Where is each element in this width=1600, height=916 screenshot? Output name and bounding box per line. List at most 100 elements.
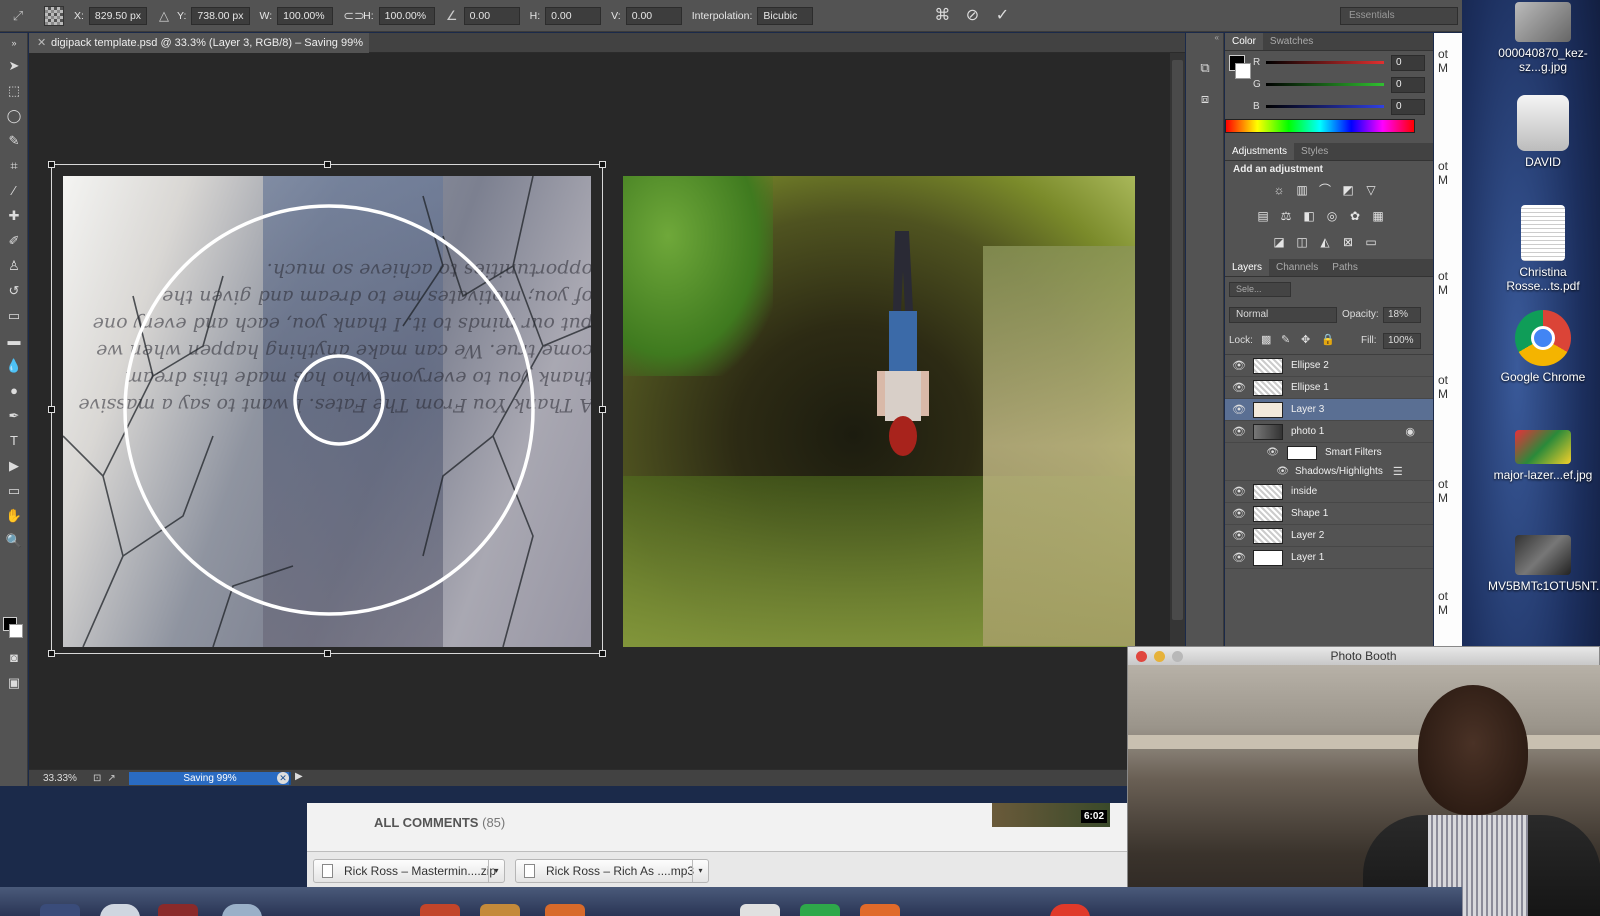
warp-mode-icon[interactable]: ⌘ [931, 5, 953, 27]
scrollbar-thumb[interactable] [1172, 60, 1183, 620]
reference-point-grid[interactable] [44, 5, 64, 26]
eyedropper-tool-icon[interactable]: ⁄ [0, 178, 28, 203]
blend-mode-select[interactable]: Normal [1229, 307, 1337, 323]
gradient-map-icon[interactable]: ▭ [1363, 234, 1379, 250]
visibility-eye-icon[interactable]: 👁 [1225, 403, 1253, 416]
zoom-level[interactable]: 33.33% [29, 773, 89, 784]
cancel-save-icon[interactable]: ✕ [277, 772, 289, 784]
quick-mask-icon[interactable]: ◙ [0, 645, 28, 670]
crop-tool-icon[interactable]: ⌗ [0, 153, 28, 178]
green-slider[interactable]: G 0 [1241, 75, 1431, 97]
visibility-eye-icon[interactable]: 👁 [1225, 485, 1253, 498]
color-spectrum-bar[interactable] [1225, 119, 1415, 133]
document-tab[interactable]: ✕ digipack template.psd @ 33.3% (Layer 3… [29, 33, 369, 53]
dock-app-icon[interactable] [800, 904, 840, 916]
layer-row[interactable]: 👁 Ellipse 2 [1225, 355, 1433, 377]
lock-all-icon[interactable]: 🔒 [1321, 333, 1335, 346]
transform-handle-top-left[interactable] [48, 161, 55, 168]
zoom-tool-icon[interactable]: 🔍 [0, 528, 28, 553]
brightness-icon[interactable]: ☼ [1271, 182, 1287, 198]
vskew-input[interactable]: 0.00 [625, 6, 682, 25]
blue-value[interactable]: 0 [1391, 99, 1425, 115]
background-color-swatch[interactable] [9, 624, 23, 638]
tab-channels[interactable]: Channels [1269, 259, 1325, 276]
red-slider[interactable]: R 0 [1241, 53, 1431, 75]
move-tool-icon[interactable]: ➤ [0, 53, 28, 78]
transform-handle-bottom-left[interactable] [48, 650, 55, 657]
desktop-drive-david[interactable]: DAVID [1488, 95, 1598, 169]
selective-color-icon[interactable]: ⊠ [1340, 234, 1356, 250]
delta-icon[interactable]: △ [157, 8, 171, 23]
healing-brush-icon[interactable]: ✚ [0, 203, 28, 228]
red-value[interactable]: 0 [1391, 55, 1425, 71]
lock-pixels-icon[interactable]: ✎ [1281, 333, 1290, 346]
threshold-icon[interactable]: ◭ [1317, 234, 1333, 250]
history-brush-icon[interactable]: ↺ [0, 278, 28, 303]
blue-track[interactable] [1266, 105, 1384, 108]
red-track[interactable] [1266, 61, 1384, 64]
close-icon[interactable]: ✕ [37, 33, 46, 53]
download-item[interactable]: Rick Ross – Rich As ....mp3 ▾ [515, 859, 709, 883]
brush-tool-icon[interactable]: ✐ [0, 228, 28, 253]
green-track[interactable] [1266, 83, 1384, 86]
tab-styles[interactable]: Styles [1294, 143, 1335, 160]
zoom-window-icon[interactable] [1172, 651, 1183, 662]
shadows-highlights-row[interactable]: 👁 Shadows/Highlights ☰ [1225, 462, 1433, 481]
download-item[interactable]: Rick Ross – Mastermin....zip ▾ [313, 859, 505, 883]
blue-slider[interactable]: B 0 [1241, 97, 1431, 119]
marquee-tool-icon[interactable]: ⬚ [0, 78, 28, 103]
smart-filters-row[interactable]: 👁 Smart Filters [1225, 443, 1433, 462]
status-menu-arrow-icon[interactable]: ▶ [295, 771, 303, 782]
fill-input[interactable]: 100% [1383, 333, 1421, 349]
dock-app-icon[interactable] [545, 904, 585, 916]
transform-handle-right[interactable] [599, 406, 606, 413]
y-input[interactable]: 738.00 px [191, 6, 250, 25]
hue-saturation-icon[interactable]: ▤ [1255, 208, 1271, 224]
tab-paths[interactable]: Paths [1325, 259, 1365, 276]
type-tool-icon[interactable]: T [0, 428, 28, 453]
hand-tool-icon[interactable]: ✋ [0, 503, 28, 528]
screen-mode-icon[interactable]: ▣ [0, 670, 28, 695]
layer-row[interactable]: 👁 Ellipse 1 [1225, 377, 1433, 399]
minimize-window-icon[interactable] [1154, 651, 1165, 662]
dock-app-icon[interactable] [740, 904, 780, 916]
opacity-input[interactable]: 18% [1383, 307, 1421, 323]
blur-tool-icon[interactable]: 💧 [0, 353, 28, 378]
dock-app-icon[interactable] [860, 904, 900, 916]
invert-icon[interactable]: ◪ [1271, 234, 1287, 250]
x-input[interactable]: 829.50 px [88, 6, 148, 25]
lasso-tool-icon[interactable]: ◯ [0, 103, 28, 128]
visibility-eye-icon[interactable]: 👁 [1225, 359, 1253, 372]
free-transform-bounding-box[interactable] [48, 161, 606, 657]
angle-input[interactable]: 0.00 [463, 6, 520, 25]
black-white-icon[interactable]: ◧ [1301, 208, 1317, 224]
layer-row[interactable]: 👁 photo 1 ◉ [1225, 421, 1433, 443]
transform-handle-left[interactable] [48, 406, 55, 413]
layer-row-selected[interactable]: 👁 Layer 3 [1225, 399, 1433, 421]
layer-row[interactable]: 👁 Layer 1 [1225, 547, 1433, 569]
cancel-transform-icon[interactable]: ⊘ [961, 5, 983, 27]
filter-options-icon[interactable]: ☰ [1393, 465, 1403, 478]
dock-app-icon[interactable] [100, 904, 140, 916]
tab-adjustments[interactable]: Adjustments [1225, 143, 1295, 160]
visibility-eye-icon[interactable]: 👁 [1225, 507, 1253, 520]
levels-icon[interactable]: ▥ [1294, 182, 1310, 198]
tool-preset-picker[interactable]: ⤢ [8, 6, 28, 26]
color-balance-icon[interactable]: ⚖ [1278, 208, 1294, 224]
link-icon[interactable]: ⊂⊃ [343, 8, 365, 23]
download-menu-icon[interactable]: ▾ [692, 860, 708, 882]
commit-transform-icon[interactable]: ✓ [991, 5, 1013, 27]
clone-stamp-icon[interactable]: ♙ [0, 253, 28, 278]
transform-handle-bottom-right[interactable] [599, 650, 606, 657]
h-input[interactable]: 100.00% [378, 6, 435, 25]
transform-handle-top-right[interactable] [599, 161, 606, 168]
interpolation-select[interactable]: Bicubic [757, 6, 814, 25]
path-select-icon[interactable]: ▶ [0, 453, 28, 478]
shape-tool-icon[interactable]: ▭ [0, 478, 28, 503]
history-panel-icon[interactable]: ⧉ [1186, 55, 1224, 80]
visibility-eye-icon[interactable]: 👁 [1225, 466, 1295, 477]
desktop-file-pdf[interactable]: Christina Rosse...ts.pdf [1488, 205, 1598, 293]
transform-handle-bottom[interactable] [324, 650, 331, 657]
preview-icon[interactable]: ⊡ [93, 773, 101, 784]
visibility-eye-icon[interactable]: 👁 [1225, 447, 1279, 458]
